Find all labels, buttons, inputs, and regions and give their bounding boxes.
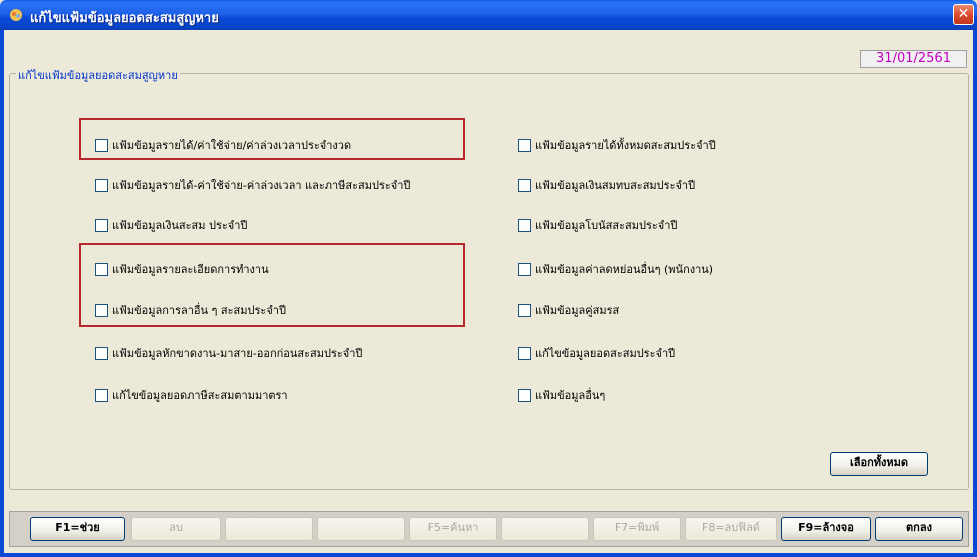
checkbox[interactable] <box>518 262 531 276</box>
search-button[interactable]: F5=ค้นหา <box>409 517 497 541</box>
window-frame-bottom <box>0 553 977 557</box>
option-right-3[interactable]: แฟ้มข้อมูลโบนัสสะสมประจำปี <box>518 217 677 233</box>
blank-button-3[interactable] <box>501 517 589 541</box>
group-legend: แก้ไขแฟ้มข้อมูลยอดสะสมสูญหาย <box>16 66 180 84</box>
close-button[interactable]: ✕ <box>953 4 974 25</box>
ok-button[interactable]: ตกลง <box>875 517 963 541</box>
date-display: 31/01/2561 <box>860 50 967 68</box>
option-right-6[interactable]: แก้ไขข้อมูลยอดสะสมประจำปี <box>518 345 675 361</box>
window-title: แก้ไขแฟ้มข้อมูลยอดสะสมสูญหาย <box>30 11 219 26</box>
checkbox[interactable] <box>518 178 531 192</box>
option-left-3[interactable]: แฟ้มข้อมูลเงินสะสม ประจำปี <box>95 217 247 233</box>
option-right-4[interactable]: แฟ้มข้อมูลค่าลดหย่อนอื่นๆ (พนักงาน) <box>518 261 713 277</box>
highlight-box-middle <box>79 243 465 327</box>
select-all-button[interactable]: เลือกทั้งหมด <box>830 452 928 476</box>
highlight-box-top <box>79 118 465 160</box>
option-right-2[interactable]: แฟ้มข้อมูลเงินสมทบสะสมประจำปี <box>518 177 695 193</box>
checkbox[interactable] <box>95 178 108 192</box>
blank-button-1[interactable] <box>225 517 313 541</box>
option-label: แฟ้มข้อมูลหักขาดงาน-มาสาย-ออกก่อนสะสมประ… <box>112 347 363 360</box>
checkbox[interactable] <box>518 303 531 317</box>
checkbox[interactable] <box>95 388 108 402</box>
print-button[interactable]: F7=พิมพ์ <box>593 517 681 541</box>
option-label: แก้ไขข้อมูลยอดภาษีสะสมตามมาตรา <box>112 389 288 402</box>
option-left-2[interactable]: แฟ้มข้อมูลรายได้-ค่าใช้จ่าย-ค่าล่วงเวลา … <box>95 177 410 193</box>
help-button[interactable]: F1=ช่วย <box>30 517 125 541</box>
blank-button-2[interactable] <box>317 517 405 541</box>
option-label: แฟ้มข้อมูลค่าลดหย่อนอื่นๆ (พนักงาน) <box>535 263 714 276</box>
checkbox[interactable] <box>95 346 108 360</box>
checkbox[interactable] <box>518 218 531 232</box>
checkbox[interactable] <box>518 346 531 360</box>
delete-button[interactable]: ลบ <box>131 517 221 541</box>
clear-field-button[interactable]: F8=ลบฟิลด์ <box>685 517 777 541</box>
option-right-7[interactable]: แฟ้มข้อมูลอื่นๆ <box>518 387 605 403</box>
option-label: แฟ้มข้อมูลรายได้-ค่าใช้จ่าย-ค่าล่วงเวลา … <box>112 179 411 192</box>
option-label: แฟ้มข้อมูลเงินสะสม ประจำปี <box>112 219 248 232</box>
option-label: แฟ้มข้อมูลโบนัสสะสมประจำปี <box>535 219 678 232</box>
option-left-6[interactable]: แฟ้มข้อมูลหักขาดงาน-มาสาย-ออกก่อนสะสมประ… <box>95 345 362 361</box>
option-label: แฟ้มข้อมูลรายได้ทั้งหมดสะสมประจำปี <box>535 139 716 152</box>
checkbox[interactable] <box>95 218 108 232</box>
option-label: แฟ้มข้อมูลเงินสมทบสะสมประจำปี <box>535 179 696 192</box>
option-label: แฟ้มข้อมูลคู่สมรส <box>535 304 620 317</box>
checkbox[interactable] <box>518 138 531 152</box>
app-icon <box>10 9 22 21</box>
window-frame-left <box>0 30 4 557</box>
option-right-1[interactable]: แฟ้มข้อมูลรายได้ทั้งหมดสะสมประจำปี <box>518 137 716 153</box>
option-right-5[interactable]: แฟ้มข้อมูลคู่สมรส <box>518 302 619 318</box>
title-bar: แก้ไขแฟ้มข้อมูลยอดสะสมสูญหาย ✕ <box>0 0 977 30</box>
clear-screen-button[interactable]: F9=ล้างจอ <box>781 517 871 541</box>
window-frame-right <box>973 30 977 557</box>
option-left-7[interactable]: แก้ไขข้อมูลยอดภาษีสะสมตามมาตรา <box>95 387 288 403</box>
checkbox[interactable] <box>518 388 531 402</box>
option-label: แก้ไขข้อมูลยอดสะสมประจำปี <box>535 347 676 360</box>
option-label: แฟ้มข้อมูลอื่นๆ <box>535 389 606 402</box>
